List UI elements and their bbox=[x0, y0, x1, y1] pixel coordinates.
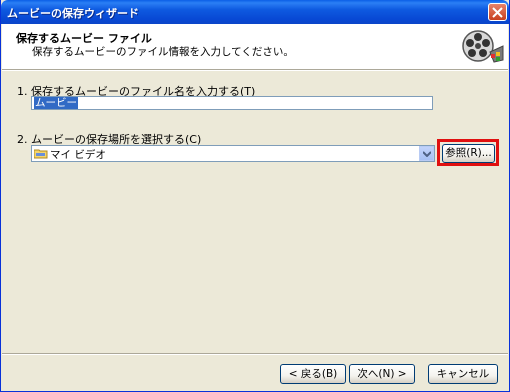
next-button[interactable]: 次へ(N) > bbox=[349, 364, 415, 384]
location-dropdown[interactable]: マイ ビデオ bbox=[31, 145, 435, 162]
footer-divider bbox=[2, 353, 508, 355]
close-icon bbox=[492, 7, 503, 18]
title-bar[interactable]: ムービーの保存ウィザード bbox=[1, 0, 509, 24]
location-value: マイ ビデオ bbox=[50, 149, 106, 161]
dropdown-arrow-button[interactable] bbox=[419, 146, 434, 161]
wizard-header: 保存するムービー ファイル 保存するムービーのファイル情報を入力してください。 bbox=[2, 24, 508, 69]
chevron-down-icon bbox=[423, 151, 431, 157]
header-divider bbox=[2, 69, 508, 71]
filename-input[interactable]: ムービー bbox=[31, 96, 433, 110]
film-reel-icon bbox=[462, 30, 504, 63]
header-subtitle: 保存するムービーのファイル情報を入力してください。 bbox=[32, 46, 294, 58]
browse-button[interactable]: 参照(R)... bbox=[442, 144, 495, 163]
wizard-window: ムービーの保存ウィザード 保存するムービー ファイル 保存するムービーのファイル… bbox=[0, 0, 510, 392]
folder-icon bbox=[34, 149, 48, 159]
window-title: ムービーの保存ウィザード bbox=[7, 7, 139, 20]
filename-value: ムービー bbox=[34, 97, 78, 109]
cancel-button[interactable]: キャンセル bbox=[428, 364, 498, 384]
close-button[interactable] bbox=[488, 3, 507, 21]
back-button[interactable]: < 戻る(B) bbox=[280, 364, 346, 384]
